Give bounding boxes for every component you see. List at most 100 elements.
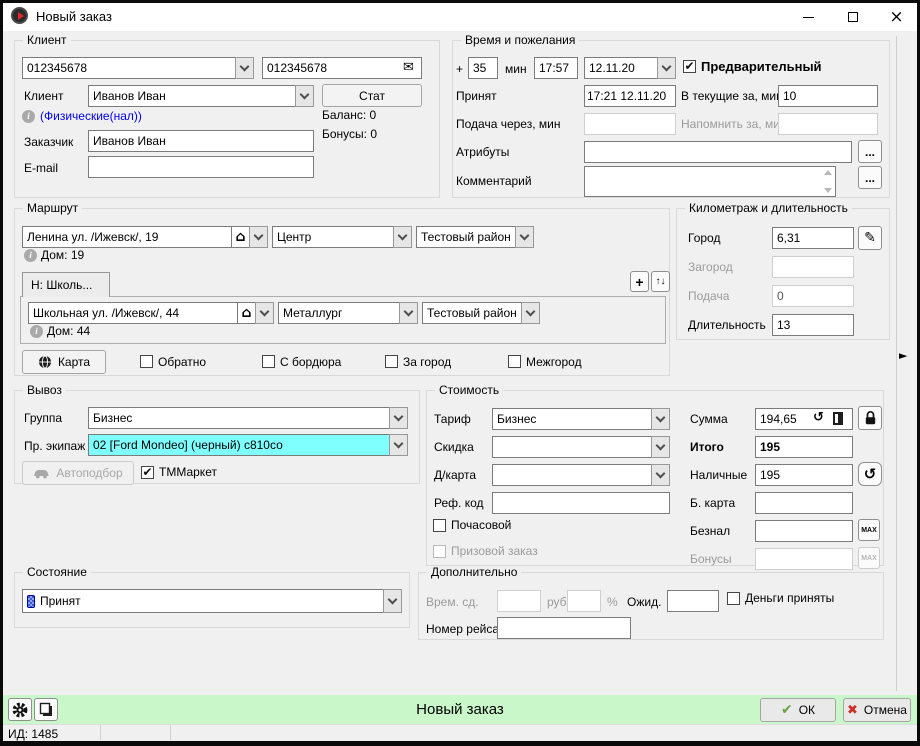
state-combo[interactable]: Принят	[22, 589, 402, 613]
lock-sum-button[interactable]	[858, 406, 882, 430]
to-district-input[interactable]	[422, 302, 522, 324]
group-dropdown-button[interactable]	[389, 407, 408, 429]
from-district-combo[interactable]	[416, 226, 534, 248]
curb-checkbox[interactable]	[262, 355, 275, 368]
group-input[interactable]	[88, 407, 390, 429]
from-address-input[interactable]	[22, 226, 232, 248]
prize-checkbox[interactable]	[433, 545, 446, 558]
crew-input[interactable]	[88, 434, 390, 456]
phone2-input[interactable]	[262, 57, 422, 79]
client-name-dropdown-button[interactable]	[295, 85, 314, 107]
from-zone-input[interactable]	[272, 226, 394, 248]
attributes-input[interactable]	[584, 141, 852, 163]
cashless-input[interactable]	[755, 520, 853, 542]
from-address-combo[interactable]: ⌂	[22, 226, 268, 248]
home-icon-button[interactable]: ⌂	[231, 226, 250, 248]
discount-input[interactable]	[492, 436, 652, 458]
tariff-dropdown-button[interactable]	[651, 408, 670, 430]
bankcard-input[interactable]	[755, 492, 853, 514]
copy-order-button[interactable]	[34, 698, 58, 721]
cash-input[interactable]	[755, 464, 853, 486]
phone-combo[interactable]	[22, 57, 254, 79]
minimize-button[interactable]	[786, 3, 830, 31]
offset-min-input[interactable]	[468, 57, 498, 79]
dcard-dropdown-button[interactable]	[651, 464, 670, 486]
state-dropdown-button[interactable]	[383, 589, 402, 613]
from-address-dropdown-button[interactable]	[249, 226, 268, 248]
ok-button[interactable]: ✔ ОК	[760, 698, 836, 722]
from-district-dropdown-button[interactable]	[515, 226, 534, 248]
scroll-down-icon[interactable]	[824, 188, 832, 193]
duration-input[interactable]	[772, 314, 854, 336]
scroll-up-icon[interactable]	[824, 170, 832, 175]
to-address-combo[interactable]: ⌂	[28, 302, 274, 324]
cancel-order-button[interactable]: ✖ Отмена	[843, 698, 911, 722]
to-zone-input[interactable]	[278, 302, 400, 324]
bonus-pay-input[interactable]	[755, 548, 853, 570]
from-zone-dropdown-button[interactable]	[393, 226, 412, 248]
client-name-combo[interactable]	[88, 85, 314, 107]
cashless-max-button[interactable]: MAX	[858, 519, 880, 541]
customer-input[interactable]	[88, 130, 314, 152]
flight-input[interactable]	[497, 617, 631, 639]
time-input[interactable]	[534, 57, 578, 79]
tariff-combo[interactable]	[492, 408, 670, 430]
comment-textarea[interactable]	[584, 166, 836, 197]
client-category-link[interactable]: (Физические(нал))	[40, 109, 142, 123]
accepted-input[interactable]	[584, 85, 676, 107]
client-name-input[interactable]	[88, 85, 296, 107]
side-splitter[interactable]	[896, 36, 897, 691]
stat-button[interactable]: Стат	[322, 84, 422, 107]
discount-combo[interactable]	[492, 436, 670, 458]
autoselect-button[interactable]: Автоподбор	[22, 461, 134, 485]
to-address-dropdown-button[interactable]	[255, 302, 274, 324]
crew-dropdown-button[interactable]	[389, 434, 408, 456]
crew-combo[interactable]	[88, 434, 408, 456]
to-address-input[interactable]	[28, 302, 238, 324]
email-input[interactable]	[88, 156, 314, 178]
intercity-checkbox[interactable]	[508, 355, 521, 368]
stop-tab[interactable]: Н: Школь...	[22, 272, 110, 297]
date-dropdown-button[interactable]	[657, 57, 676, 79]
phone-dropdown-button[interactable]	[235, 57, 254, 79]
from-zone-combo[interactable]	[272, 226, 412, 248]
sum-report-icon[interactable]	[832, 411, 844, 426]
money-accepted-checkbox[interactable]	[727, 592, 740, 605]
phone-input[interactable]	[22, 57, 236, 79]
out-of-town-checkbox[interactable]	[385, 355, 398, 368]
sum-refresh-icon[interactable]: ↺	[813, 410, 824, 425]
cash-refresh-button[interactable]: ↺	[858, 462, 882, 486]
settings-button[interactable]	[8, 698, 32, 721]
dcard-input[interactable]	[492, 464, 652, 486]
comment-more-button[interactable]: ...	[858, 166, 882, 189]
bonus-max-button[interactable]: MAX	[858, 547, 880, 569]
add-stop-button[interactable]: +	[630, 271, 649, 292]
return-checkbox[interactable]	[140, 355, 153, 368]
dcard-combo[interactable]	[492, 464, 670, 486]
discount-dropdown-button[interactable]	[651, 436, 670, 458]
date-combo[interactable]	[584, 57, 676, 79]
maximize-button[interactable]	[831, 3, 875, 31]
refcode-input[interactable]	[492, 492, 670, 514]
to-district-dropdown-button[interactable]	[521, 302, 540, 324]
feed-after-input[interactable]	[584, 113, 676, 135]
expand-panel-arrow-icon[interactable]: ►	[899, 349, 907, 362]
to-current-input[interactable]	[778, 85, 878, 107]
total-input[interactable]	[755, 436, 853, 458]
tariff-input[interactable]	[492, 408, 652, 430]
feed-km-input[interactable]	[772, 285, 854, 307]
group-combo[interactable]	[88, 407, 408, 429]
shift-rub-input[interactable]	[497, 590, 541, 612]
comment-scrollbar[interactable]	[821, 167, 835, 196]
close-button[interactable]: ×	[876, 3, 917, 31]
city-km-input[interactable]	[772, 227, 854, 249]
to-district-combo[interactable]	[422, 302, 540, 324]
suburb-km-input[interactable]	[772, 256, 854, 278]
to-zone-dropdown-button[interactable]	[399, 302, 418, 324]
shift-percent-input[interactable]	[567, 590, 601, 612]
tmmarket-checkbox[interactable]: ✔	[141, 466, 154, 479]
attributes-more-button[interactable]: ...	[858, 140, 882, 163]
preliminary-checkbox[interactable]: ✔	[683, 60, 696, 73]
hourly-checkbox[interactable]	[433, 519, 446, 532]
from-district-input[interactable]	[416, 226, 516, 248]
